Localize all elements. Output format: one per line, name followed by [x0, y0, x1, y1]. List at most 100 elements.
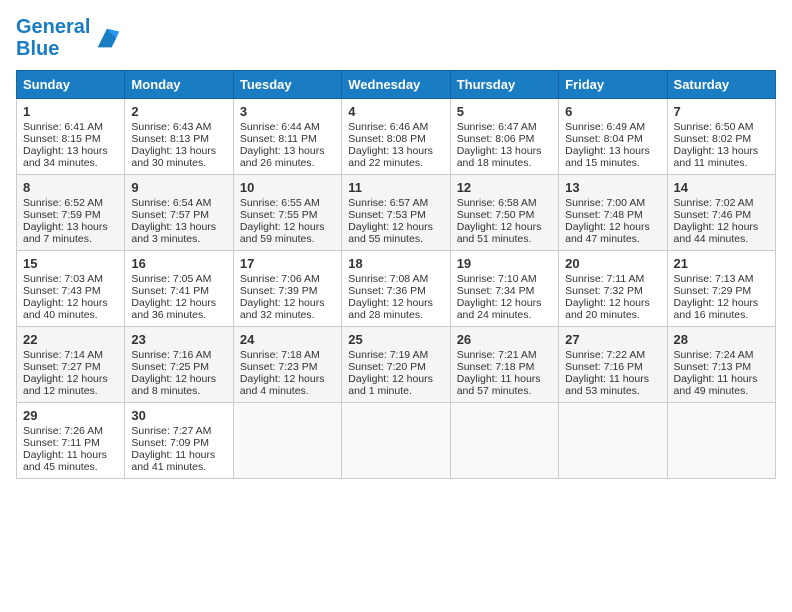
calendar-cell: 23 Sunrise: 7:16 AMSunset: 7:25 PMDayligh… [125, 327, 233, 403]
day-content: and 44 minutes. [674, 233, 769, 245]
day-content: Sunset: 8:06 PM [457, 133, 552, 145]
day-content: Sunrise: 6:44 AM [240, 121, 335, 133]
calendar-cell: 17Sunrise: 7:06 AMSunset: 7:39 PMDayligh… [233, 251, 341, 327]
day-content: Sunrise: 7:16 AM [131, 349, 226, 361]
calendar-week-3: 15Sunrise: 7:03 AMSunset: 7:43 PMDayligh… [17, 251, 776, 327]
day-content: Daylight: 13 hours [240, 145, 335, 157]
day-content: Sunset: 7:46 PM [674, 209, 769, 221]
day-content: and 41 minutes. [131, 461, 226, 473]
page-header: General Blue [16, 16, 776, 60]
day-number: 12 [457, 180, 552, 195]
day-content: Sunrise: 7:14 AM [23, 349, 118, 361]
day-content: Sunrise: 7:10 AM [457, 273, 552, 285]
day-content: and 30 minutes. [131, 157, 226, 169]
day-content: Sunrise: 6:49 AM [565, 121, 660, 133]
day-content: Daylight: 13 hours [348, 145, 443, 157]
calendar-cell [559, 403, 667, 479]
day-content: Daylight: 13 hours [674, 145, 769, 157]
day-number: 2 [131, 104, 226, 119]
calendar-cell: 13Sunrise: 7:00 AMSunset: 7:48 PMDayligh… [559, 175, 667, 251]
day-content: Sunset: 7:13 PM [674, 361, 769, 373]
day-number: 27 [565, 332, 660, 347]
calendar-cell: 12Sunrise: 6:58 AMSunset: 7:50 PMDayligh… [450, 175, 558, 251]
day-content: Sunset: 7:53 PM [348, 209, 443, 221]
day-content: Daylight: 11 hours [674, 373, 769, 385]
day-content: Sunset: 7:48 PM [565, 209, 660, 221]
day-content: Daylight: 12 hours [240, 297, 335, 309]
calendar-cell [342, 403, 450, 479]
day-content: Daylight: 13 hours [23, 145, 118, 157]
day-content: Sunset: 7:16 PM [565, 361, 660, 373]
day-content: and 11 minutes. [674, 157, 769, 169]
logo: General Blue [16, 16, 121, 60]
day-content: and 18 minutes. [457, 157, 552, 169]
day-content: Sunset: 7:20 PM [348, 361, 443, 373]
day-number: 6 [565, 104, 660, 119]
day-content: and 16 minutes. [674, 309, 769, 321]
day-number: 15 [23, 256, 118, 271]
day-content: Sunrise: 6:52 AM [23, 197, 118, 209]
day-content: Daylight: 12 hours [131, 373, 226, 385]
weekday-header-thursday: Thursday [450, 71, 558, 99]
day-content: Daylight: 12 hours [457, 297, 552, 309]
day-content: and 12 minutes. [23, 385, 118, 397]
day-content: Sunrise: 6:46 AM [348, 121, 443, 133]
day-content: Daylight: 13 hours [565, 145, 660, 157]
day-content: and 51 minutes. [457, 233, 552, 245]
day-content: Daylight: 12 hours [565, 297, 660, 309]
day-content: and 24 minutes. [457, 309, 552, 321]
day-content: Sunset: 7:55 PM [240, 209, 335, 221]
logo-icon [93, 24, 121, 52]
day-content: Sunset: 8:15 PM [23, 133, 118, 145]
weekday-header-friday: Friday [559, 71, 667, 99]
day-content: Daylight: 12 hours [348, 297, 443, 309]
day-content: Sunset: 7:11 PM [23, 437, 118, 449]
day-number: 17 [240, 256, 335, 271]
day-content: Daylight: 12 hours [240, 221, 335, 233]
day-content: Sunrise: 7:05 AM [131, 273, 226, 285]
day-content: Sunrise: 7:26 AM [23, 425, 118, 437]
calendar-cell: 25Sunrise: 7:19 AMSunset: 7:20 PMDayligh… [342, 327, 450, 403]
day-content: Sunrise: 7:06 AM [240, 273, 335, 285]
day-content: Daylight: 12 hours [457, 221, 552, 233]
day-content: Daylight: 13 hours [131, 221, 226, 233]
day-content: Sunrise: 6:43 AM [131, 121, 226, 133]
day-content: and 4 minutes. [240, 385, 335, 397]
calendar-week-2: 8Sunrise: 6:52 AMSunset: 7:59 PMDaylight… [17, 175, 776, 251]
day-number: 11 [348, 180, 443, 195]
day-number: 23 [131, 332, 226, 347]
calendar-cell: 5Sunrise: 6:47 AMSunset: 8:06 PMDaylight… [450, 99, 558, 175]
calendar-cell: 19Sunrise: 7:10 AMSunset: 7:34 PMDayligh… [450, 251, 558, 327]
calendar-cell [450, 403, 558, 479]
day-content: Sunset: 7:34 PM [457, 285, 552, 297]
calendar-cell: 4Sunrise: 6:46 AMSunset: 8:08 PMDaylight… [342, 99, 450, 175]
day-number: 20 [565, 256, 660, 271]
weekday-header-saturday: Saturday [667, 71, 775, 99]
calendar-cell: 27Sunrise: 7:22 AMSunset: 7:16 PMDayligh… [559, 327, 667, 403]
day-content: and 59 minutes. [240, 233, 335, 245]
day-content: Sunset: 7:25 PM [131, 361, 226, 373]
day-content: and 8 minutes. [131, 385, 226, 397]
day-content: and 53 minutes. [565, 385, 660, 397]
day-content: and 7 minutes. [23, 233, 118, 245]
calendar-week-5: 29Sunrise: 7:26 AMSunset: 7:11 PMDayligh… [17, 403, 776, 479]
calendar-cell: 20Sunrise: 7:11 AMSunset: 7:32 PMDayligh… [559, 251, 667, 327]
day-number: 24 [240, 332, 335, 347]
calendar-cell: 18Sunrise: 7:08 AMSunset: 7:36 PMDayligh… [342, 251, 450, 327]
day-content: and 57 minutes. [457, 385, 552, 397]
weekday-header-tuesday: Tuesday [233, 71, 341, 99]
day-content: Daylight: 13 hours [23, 221, 118, 233]
calendar-cell: 28Sunrise: 7:24 AMSunset: 7:13 PMDayligh… [667, 327, 775, 403]
day-content: Sunset: 7:32 PM [565, 285, 660, 297]
day-content: Daylight: 11 hours [23, 449, 118, 461]
day-content: Daylight: 13 hours [457, 145, 552, 157]
calendar-week-1: 1Sunrise: 6:41 AMSunset: 8:15 PMDaylight… [17, 99, 776, 175]
calendar-week-4: 22Sunrise: 7:14 AMSunset: 7:27 PMDayligh… [17, 327, 776, 403]
day-content: Sunset: 7:50 PM [457, 209, 552, 221]
day-number: 21 [674, 256, 769, 271]
calendar-cell: 1Sunrise: 6:41 AMSunset: 8:15 PMDaylight… [17, 99, 125, 175]
weekday-header-sunday: Sunday [17, 71, 125, 99]
day-content: and 1 minute. [348, 385, 443, 397]
day-content: Sunrise: 7:08 AM [348, 273, 443, 285]
day-number: 4 [348, 104, 443, 119]
